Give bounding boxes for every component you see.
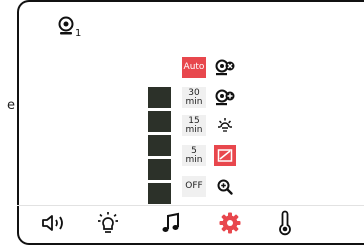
option-30-min[interactable]: 30 min bbox=[182, 87, 206, 108]
brightness-icon[interactable] bbox=[214, 115, 236, 136]
tab-settings[interactable] bbox=[215, 212, 245, 238]
camera-remove-icon[interactable] bbox=[214, 57, 236, 78]
thermometer-icon bbox=[276, 210, 294, 240]
option-unit: min bbox=[185, 96, 203, 107]
option-off[interactable]: OFF bbox=[182, 176, 206, 197]
dark-box bbox=[148, 183, 171, 204]
camera-indicator[interactable]: 1 bbox=[58, 16, 81, 40]
option-5-min[interactable]: 5 min bbox=[182, 145, 206, 166]
webcam-icon bbox=[58, 16, 74, 40]
tab-speaker[interactable] bbox=[40, 212, 70, 238]
edge-label: e bbox=[7, 98, 15, 113]
music-note-icon bbox=[160, 211, 182, 239]
speaker-icon bbox=[40, 212, 70, 238]
option-label: OFF bbox=[185, 181, 203, 191]
camera-add-icon[interactable] bbox=[214, 87, 236, 108]
dark-box bbox=[148, 87, 171, 108]
tab-light[interactable] bbox=[93, 212, 123, 238]
tab-music[interactable] bbox=[156, 212, 186, 238]
dark-box bbox=[148, 159, 171, 180]
option-unit: min bbox=[185, 154, 203, 165]
option-label: Auto bbox=[183, 62, 205, 72]
tab-temperature[interactable] bbox=[270, 210, 300, 240]
zoom-in-icon[interactable] bbox=[214, 176, 236, 197]
bottom-divider bbox=[17, 205, 364, 206]
picture-edit-icon[interactable] bbox=[214, 145, 236, 166]
option-auto[interactable]: Auto bbox=[182, 57, 206, 78]
dark-box bbox=[148, 135, 171, 156]
bulb-icon bbox=[94, 211, 122, 239]
gear-icon bbox=[218, 211, 242, 239]
option-unit: min bbox=[185, 124, 203, 135]
camera-number: 1 bbox=[75, 28, 82, 39]
dark-box bbox=[148, 111, 171, 132]
option-15-min[interactable]: 15 min bbox=[182, 115, 206, 136]
